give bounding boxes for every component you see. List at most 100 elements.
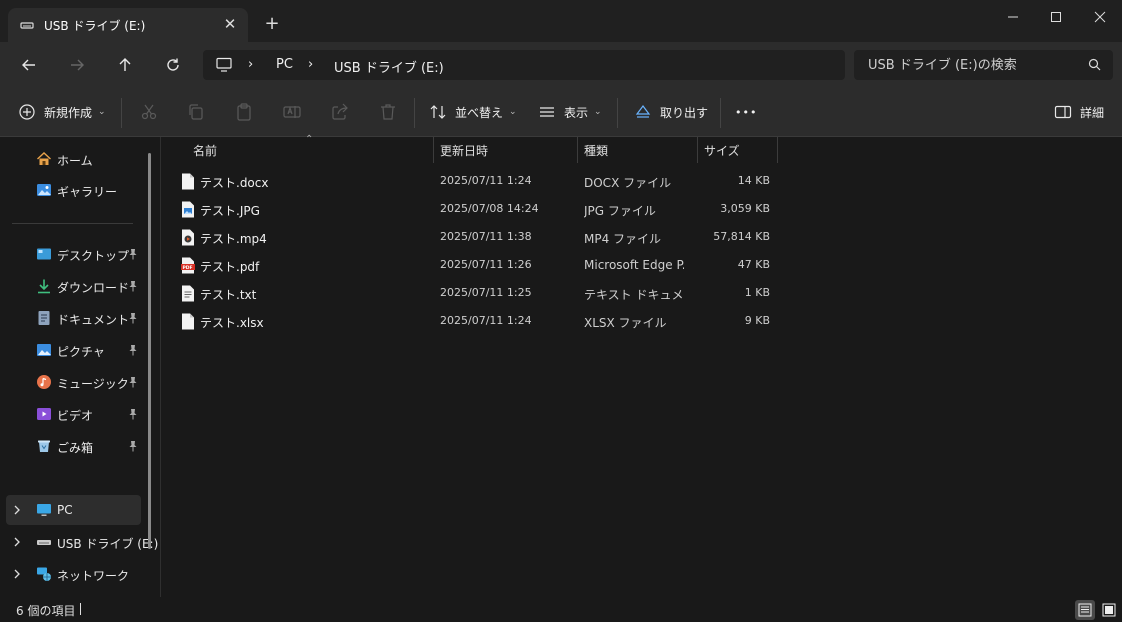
sidebar-item-videos[interactable]: ビデオ bbox=[0, 399, 150, 429]
sort-button[interactable]: 並べ替え ⌄ bbox=[429, 98, 517, 126]
close-window-button[interactable] bbox=[1080, 4, 1120, 30]
pin-icon[interactable] bbox=[128, 376, 138, 388]
desktop-icon bbox=[37, 248, 51, 260]
file-type: MP4 ファイル bbox=[584, 232, 662, 246]
column-divider[interactable] bbox=[777, 137, 778, 163]
details-view-button[interactable] bbox=[1075, 600, 1095, 620]
view-button[interactable]: 表示 ⌄ bbox=[538, 98, 602, 126]
file-size: 57,814 KB bbox=[713, 230, 770, 243]
copy-icon[interactable] bbox=[186, 102, 206, 122]
network-icon bbox=[37, 567, 51, 581]
sidebar-item-pc[interactable]: PC bbox=[6, 495, 141, 525]
toolbar-divider bbox=[121, 98, 122, 128]
file-row[interactable]: テスト.xlsx 2025/07/11 1:24 XLSX ファイル 9 KB bbox=[175, 307, 785, 335]
item-count: 6 個の項目 bbox=[16, 604, 76, 618]
navigation-pane: ホーム ギャラリー デスクトップ ダウンロード ドキュメント ピクチャ ミュージ… bbox=[0, 137, 161, 597]
sidebar-item-music[interactable]: ミュージック bbox=[0, 367, 150, 397]
up-button[interactable] bbox=[112, 52, 138, 78]
sidebar-item-gallery[interactable]: ギャラリー bbox=[0, 175, 150, 205]
sidebar-item-network[interactable]: ネットワーク bbox=[0, 559, 150, 589]
pin-icon[interactable] bbox=[128, 344, 138, 356]
file-type: Microsoft Edge P... bbox=[584, 258, 684, 272]
file-row[interactable]: テスト.docx 2025/07/11 1:24 DOCX ファイル 14 KB bbox=[175, 167, 785, 195]
column-header-label: 名前 bbox=[193, 144, 218, 158]
file-date: 2025/07/11 1:24 bbox=[440, 174, 532, 187]
sidebar-item-label: デスクトップ bbox=[57, 249, 130, 263]
new-tab-button[interactable]: + bbox=[262, 14, 282, 34]
sidebar-item-downloads[interactable]: ダウンロード bbox=[0, 271, 150, 301]
chevron-right-icon[interactable] bbox=[12, 536, 22, 548]
search-icon[interactable] bbox=[1088, 58, 1101, 71]
maximize-button[interactable] bbox=[1036, 4, 1076, 30]
file-row[interactable]: テスト.JPG 2025/07/08 14:24 JPG ファイル 3,059 … bbox=[175, 195, 785, 223]
pin-icon[interactable] bbox=[128, 440, 138, 452]
toolbar-divider bbox=[414, 98, 415, 128]
file-row[interactable]: テスト.mp4 2025/07/11 1:38 MP4 ファイル 57,814 … bbox=[175, 223, 785, 251]
search-input[interactable] bbox=[868, 56, 1078, 74]
eject-button[interactable]: 取り出す bbox=[634, 98, 708, 126]
breadcrumb-usb-drive[interactable]: USB ドライブ (E:) bbox=[334, 57, 444, 76]
file-date: 2025/07/08 14:24 bbox=[440, 202, 539, 215]
usb-drive-icon bbox=[20, 22, 34, 29]
search-box bbox=[854, 50, 1113, 80]
pin-icon[interactable] bbox=[128, 312, 138, 324]
chevron-right-icon[interactable] bbox=[12, 504, 22, 516]
back-button[interactable] bbox=[16, 52, 42, 78]
maximize-icon bbox=[1051, 12, 1061, 22]
column-header-size[interactable]: サイズ bbox=[698, 137, 777, 163]
sidebar-item-home[interactable]: ホーム bbox=[0, 144, 150, 174]
breadcrumb[interactable]: › PC › USB ドライブ (E:) bbox=[203, 50, 845, 80]
minimize-button[interactable] bbox=[993, 4, 1033, 30]
pin-icon[interactable] bbox=[128, 248, 138, 260]
large-icons-view-button[interactable] bbox=[1099, 600, 1119, 620]
column-header-date[interactable]: 更新日時 bbox=[434, 137, 577, 163]
pin-icon[interactable] bbox=[128, 408, 138, 420]
file-date: 2025/07/11 1:24 bbox=[440, 314, 532, 327]
sidebar-item-pictures[interactable]: ピクチャ bbox=[0, 335, 150, 365]
sidebar-item-label: ピクチャ bbox=[57, 345, 105, 359]
file-explorer-window: USB ドライブ (E:) ✕ + › PC › USB ドライブ (E:) U… bbox=[0, 0, 1122, 622]
pictures-icon bbox=[37, 344, 51, 356]
column-header-type[interactable]: 種類 bbox=[578, 137, 697, 163]
file-size: 14 KB bbox=[737, 174, 770, 187]
file-type: XLSX ファイル bbox=[584, 316, 667, 330]
cut-icon[interactable] bbox=[139, 102, 159, 122]
paste-icon[interactable] bbox=[234, 102, 254, 122]
details-pane-button[interactable]: 詳細 bbox=[1054, 98, 1104, 126]
large-icons-view-icon bbox=[1102, 603, 1116, 617]
tab-usb-drive[interactable]: USB ドライブ (E:) ✕ bbox=[8, 8, 248, 42]
breadcrumb-pc[interactable]: PC bbox=[276, 57, 293, 72]
sidebar-item-documents[interactable]: ドキュメント bbox=[0, 303, 150, 333]
details-pane-label: 詳細 bbox=[1080, 105, 1105, 120]
chevron-right-icon[interactable] bbox=[12, 568, 22, 580]
close-icon bbox=[1094, 11, 1106, 23]
chevron-down-icon: ⌄ bbox=[98, 107, 106, 117]
sidebar-item-usb-drive[interactable]: USB ドライブ (E:) bbox=[0, 527, 158, 557]
address-bar: › PC › USB ドライブ (E:) bbox=[0, 42, 1122, 88]
delete-icon[interactable] bbox=[378, 102, 398, 122]
file-row[interactable]: PDF テスト.pdf 2025/07/11 1:26 Microsoft Ed… bbox=[175, 251, 785, 279]
sidebar-item-label: ホーム bbox=[57, 154, 93, 168]
pin-icon[interactable] bbox=[128, 280, 138, 292]
more-options-button[interactable]: ••• bbox=[735, 98, 757, 126]
sidebar-scrollbar[interactable] bbox=[148, 153, 151, 549]
column-header-name[interactable]: 名前 bbox=[185, 137, 433, 163]
sidebar-item-desktop[interactable]: デスクトップ bbox=[0, 239, 150, 269]
sidebar-item-recycle-bin[interactable]: ごみ箱 bbox=[0, 431, 150, 461]
file-size: 3,059 KB bbox=[720, 202, 770, 215]
breadcrumb-separator[interactable]: › bbox=[248, 57, 253, 72]
title-bar: USB ドライブ (E:) ✕ + bbox=[0, 0, 1122, 42]
status-separator bbox=[80, 603, 81, 615]
file-date: 2025/07/11 1:38 bbox=[440, 230, 532, 243]
sidebar-item-label: ミュージック bbox=[57, 377, 129, 391]
refresh-button[interactable] bbox=[160, 52, 186, 78]
share-icon[interactable] bbox=[330, 102, 350, 122]
tab-close-button[interactable]: ✕ bbox=[220, 14, 240, 34]
rename-icon[interactable] bbox=[282, 102, 302, 122]
new-button[interactable]: 新規作成 ⌄ bbox=[18, 98, 106, 126]
arrow-left-icon bbox=[22, 59, 35, 71]
sidebar-item-label: PC bbox=[57, 503, 73, 517]
file-row[interactable]: テスト.txt 2025/07/11 1:25 テキスト ドキュメント 1 KB bbox=[175, 279, 785, 307]
breadcrumb-separator[interactable]: › bbox=[308, 57, 313, 72]
forward-button[interactable] bbox=[64, 52, 90, 78]
